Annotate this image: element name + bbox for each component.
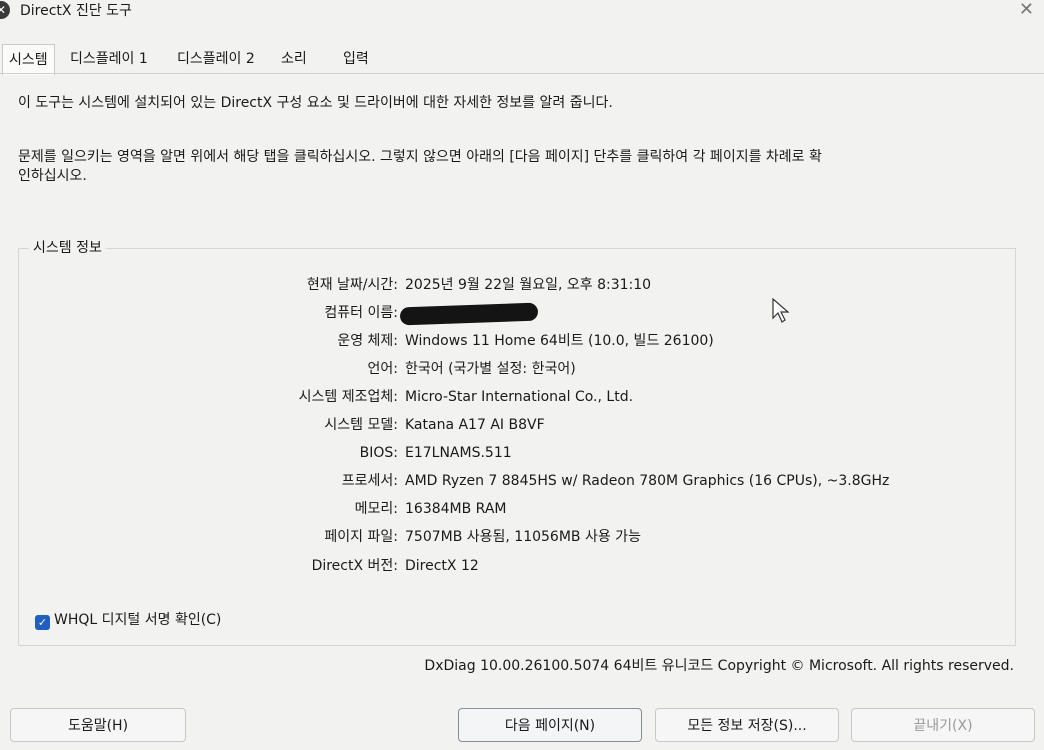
whql-checkbox[interactable]: ✓ WHQL 디지털 서명 확인(C)	[35, 609, 221, 630]
info-value: Katana A17 AI B8VF	[405, 417, 545, 433]
tab-system[interactable]: 시스템	[2, 44, 55, 75]
info-label: 운영 체제:	[337, 333, 398, 349]
info-value: 7507MB 사용됨, 11056MB 사용 가능	[405, 529, 641, 545]
info-value: E17LNAMS.511	[405, 445, 512, 461]
help-button[interactable]: 도움말(H)	[10, 708, 186, 742]
save-all-info-button[interactable]: 모든 정보 저장(S)...	[655, 708, 839, 742]
info-label: 컴퓨터 이름:	[324, 305, 398, 321]
system-info-title: 시스템 정보	[29, 237, 106, 257]
tab-input[interactable]: 입력	[343, 44, 369, 72]
info-label: 페이지 파일:	[324, 529, 398, 545]
info-value: Micro-Star International Co., Ltd.	[405, 389, 634, 405]
window-title: DirectX 진단 도구	[20, 3, 132, 19]
dxdiag-app-icon: ✕	[0, 1, 10, 19]
mouse-pointer-icon	[772, 298, 790, 323]
redaction-mark	[399, 302, 539, 326]
tab-divider	[0, 73, 1044, 74]
info-label: 프로세서:	[341, 473, 398, 489]
info-row-manufacturer: 시스템 제조업체: Micro-Star International Co., …	[19, 385, 1015, 409]
next-page-button[interactable]: 다음 페이지(N)	[458, 708, 642, 742]
whql-label: WHQL 디지털 서명 확인(C)	[54, 612, 222, 628]
info-row-datetime: 현재 날짜/시간: 2025년 9월 22일 월요일, 오후 8:31:10	[19, 273, 1015, 297]
info-row-language: 언어: 한국어 (국가별 설정: 한국어)	[19, 357, 1015, 381]
tab-display-1[interactable]: 디스플레이 1	[70, 44, 148, 72]
title-bar: ✕ DirectX 진단 도구 ✕	[0, 0, 1044, 34]
info-label: 현재 날짜/시간:	[306, 277, 398, 293]
tab-sound[interactable]: 소리	[281, 44, 307, 72]
info-value: 16384MB RAM	[405, 501, 507, 517]
help-text-line-1: 문제를 일으키는 영역을 알면 위에서 해당 탭을 클릭하십시오. 그렇지 않으…	[18, 149, 822, 165]
info-value: Windows 11 Home 64비트 (10.0, 빌드 26100)	[405, 333, 714, 349]
info-row-model: 시스템 모델: Katana A17 AI B8VF	[19, 413, 1015, 437]
info-label: 메모리:	[354, 501, 398, 517]
info-row-page-file: 페이지 파일: 7507MB 사용됨, 11056MB 사용 가능	[19, 525, 1015, 549]
checkmark-icon[interactable]: ✓	[35, 615, 50, 630]
info-row-bios: BIOS: E17LNAMS.511	[19, 441, 1015, 465]
info-label: 시스템 제조업체:	[298, 389, 398, 405]
info-value: DirectX 12	[405, 558, 479, 574]
info-row-processor: 프로세서: AMD Ryzen 7 8845HS w/ Radeon 780M …	[19, 469, 1015, 493]
info-label: 시스템 모델:	[324, 417, 398, 433]
tab-bar: 시스템 디스플레이 1 디스플레이 2 소리 입력	[0, 44, 1044, 75]
close-button[interactable]: ✕	[1019, 0, 1034, 20]
info-value: 2025년 9월 22일 월요일, 오후 8:31:10	[405, 277, 652, 293]
tab-display-2[interactable]: 디스플레이 2	[177, 44, 255, 72]
version-copyright: DxDiag 10.00.26100.5074 64비트 유니코드 Copyri…	[424, 658, 1014, 674]
info-value: AMD Ryzen 7 8845HS w/ Radeon 780M Graphi…	[405, 473, 890, 489]
info-row-memory: 메모리: 16384MB RAM	[19, 497, 1015, 521]
info-row-computer-name: 컴퓨터 이름:	[19, 301, 1015, 326]
exit-button[interactable]: 끝내기(X)	[851, 708, 1035, 742]
intro-text: 이 도구는 시스템에 설치되어 있는 DirectX 구성 요소 및 드라이버에…	[18, 95, 613, 111]
info-label: BIOS:	[359, 445, 398, 461]
info-row-directx-version: DirectX 버전: DirectX 12	[19, 554, 1015, 578]
info-row-os: 운영 체제: Windows 11 Home 64비트 (10.0, 빌드 26…	[19, 329, 1015, 353]
help-text-line-2: 인하십시오.	[18, 168, 87, 184]
info-value: 한국어 (국가별 설정: 한국어)	[405, 361, 576, 377]
help-text: 문제를 일으키는 영역을 알면 위에서 해당 탭을 클릭하십시오. 그렇지 않으…	[18, 148, 978, 186]
info-label: 언어:	[367, 361, 398, 377]
system-info-group: 시스템 정보 현재 날짜/시간: 2025년 9월 22일 월요일, 오후 8:…	[18, 237, 1016, 646]
info-label: DirectX 버전:	[311, 558, 398, 574]
